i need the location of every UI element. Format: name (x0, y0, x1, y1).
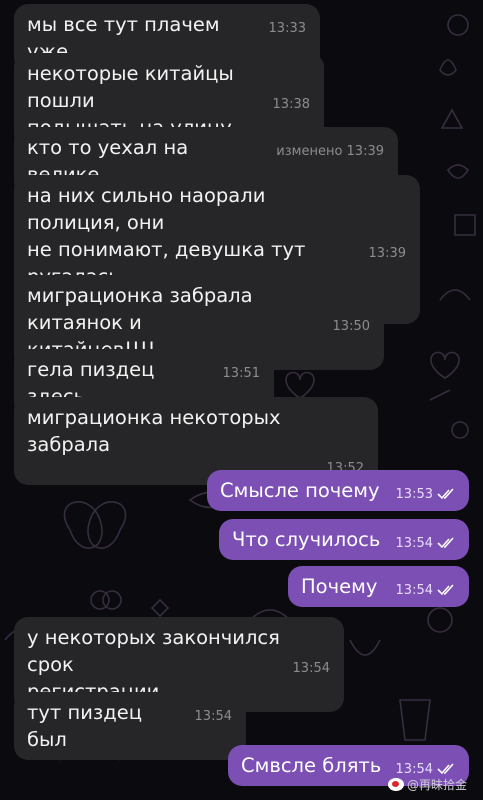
message-text: Что случилось (232, 528, 381, 551)
message-time: 13:50 (332, 319, 370, 334)
double-check-icon (437, 584, 454, 596)
message-meta: 13:54 (396, 535, 455, 553)
watermark: @再昧拾金 (388, 776, 467, 793)
message-time: 13:54 (395, 536, 433, 551)
message-text: Почему (301, 575, 378, 598)
message-time: 13:54 (194, 709, 232, 724)
message-time: 13:54 (395, 583, 433, 598)
message-time: 13:38 (272, 97, 310, 112)
message-bubble-outgoing[interactable]: 13:53 Смысле почему (207, 470, 469, 511)
message-time: изменено 13:39 (276, 144, 384, 159)
message-bubble-incoming[interactable]: 13:54 тут пиздец был (14, 692, 246, 760)
message-text: Смвсле блять (241, 754, 382, 777)
message-text: Смысле почему (220, 479, 380, 502)
message-time: 13:53 (395, 487, 433, 502)
double-check-icon (437, 763, 454, 775)
double-check-icon (437, 537, 454, 549)
message-bubble-outgoing[interactable]: 13:54 Что случилось (219, 519, 469, 560)
message-time: 13:54 (292, 661, 330, 676)
double-check-icon (437, 488, 454, 500)
message-text: миграционка некоторых забрала (27, 406, 287, 456)
message-text: тут пиздец был (27, 701, 149, 751)
message-meta: 13:54 (396, 582, 455, 600)
message-bubble-outgoing[interactable]: 13:54 Почему (288, 566, 469, 607)
message-meta: 13:53 (396, 486, 455, 504)
weibo-logo-icon (388, 778, 404, 791)
message-time: 13:33 (268, 21, 306, 36)
message-time: 13:51 (222, 366, 260, 381)
watermark-handle: @再昧拾金 (407, 778, 468, 792)
message-time: 13:39 (368, 246, 406, 261)
message-time: 13:54 (395, 762, 433, 777)
